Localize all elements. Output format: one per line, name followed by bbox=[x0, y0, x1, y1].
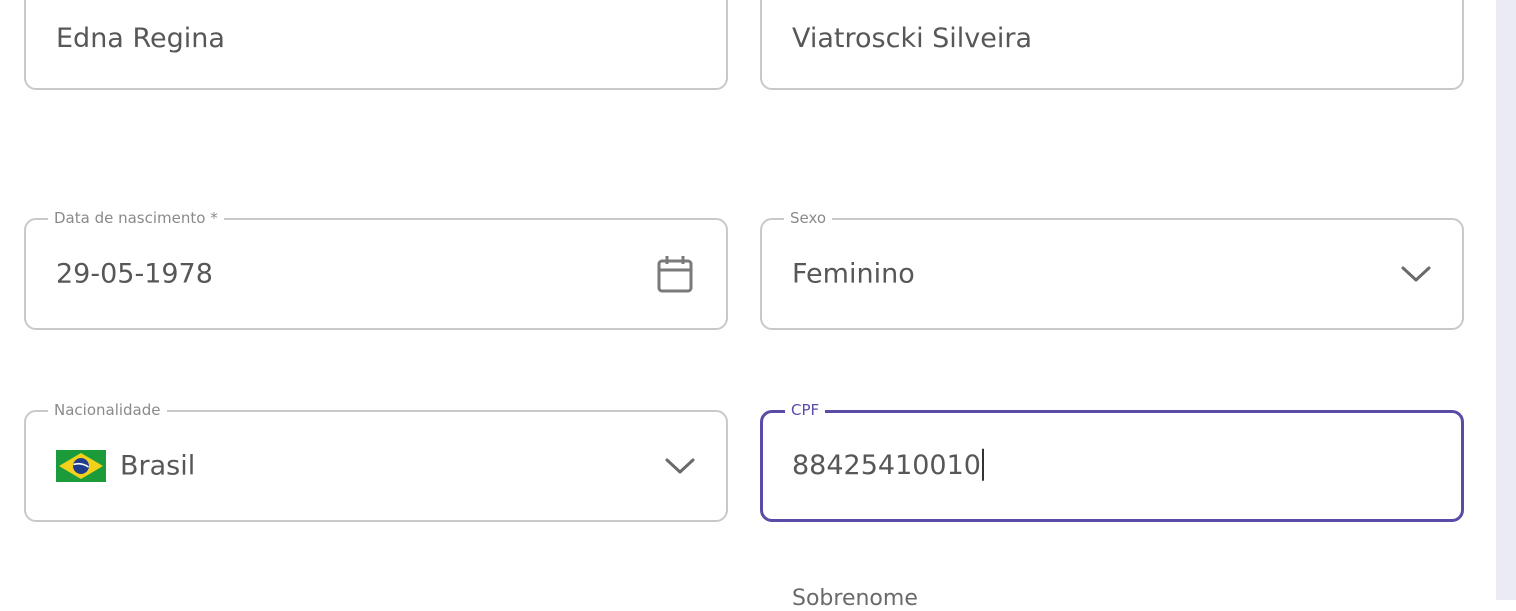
cpf-value: 88425410010 bbox=[792, 449, 981, 481]
text-caret bbox=[981, 448, 984, 481]
sex-value: Feminino bbox=[792, 258, 915, 290]
cpf-label: CPF bbox=[785, 400, 826, 420]
birth-date-field[interactable]: Data de nascimento * 29-05-1978 bbox=[24, 208, 728, 330]
chevron-down-icon[interactable] bbox=[664, 456, 696, 476]
last-name-value: Viatroscki Silveira bbox=[792, 23, 1033, 54]
calendar-icon[interactable] bbox=[656, 254, 694, 294]
scrollbar[interactable] bbox=[1496, 0, 1516, 600]
sex-label: Sexo bbox=[784, 208, 833, 228]
nationality-label: Nacionalidade bbox=[48, 400, 167, 420]
nationality-value: Brasil bbox=[120, 450, 196, 482]
next-field-label: Sobrenome bbox=[792, 586, 918, 611]
birth-date-label: Data de nascimento * bbox=[48, 208, 224, 228]
sex-select[interactable]: Sexo Feminino bbox=[760, 208, 1464, 330]
brazil-flag-icon bbox=[56, 450, 106, 482]
birth-date-value: 29-05-1978 bbox=[56, 258, 213, 290]
chevron-down-icon[interactable] bbox=[1400, 264, 1432, 284]
first-name-field[interactable]: Edna Regina bbox=[24, 0, 728, 90]
nationality-select[interactable]: Nacionalidade Brasil bbox=[24, 400, 728, 522]
last-name-field[interactable]: Viatroscki Silveira bbox=[760, 0, 1464, 90]
first-name-value: Edna Regina bbox=[56, 23, 225, 54]
cpf-input[interactable]: 88425410010 bbox=[792, 448, 984, 483]
cpf-field[interactable]: CPF 88425410010 bbox=[760, 400, 1464, 522]
